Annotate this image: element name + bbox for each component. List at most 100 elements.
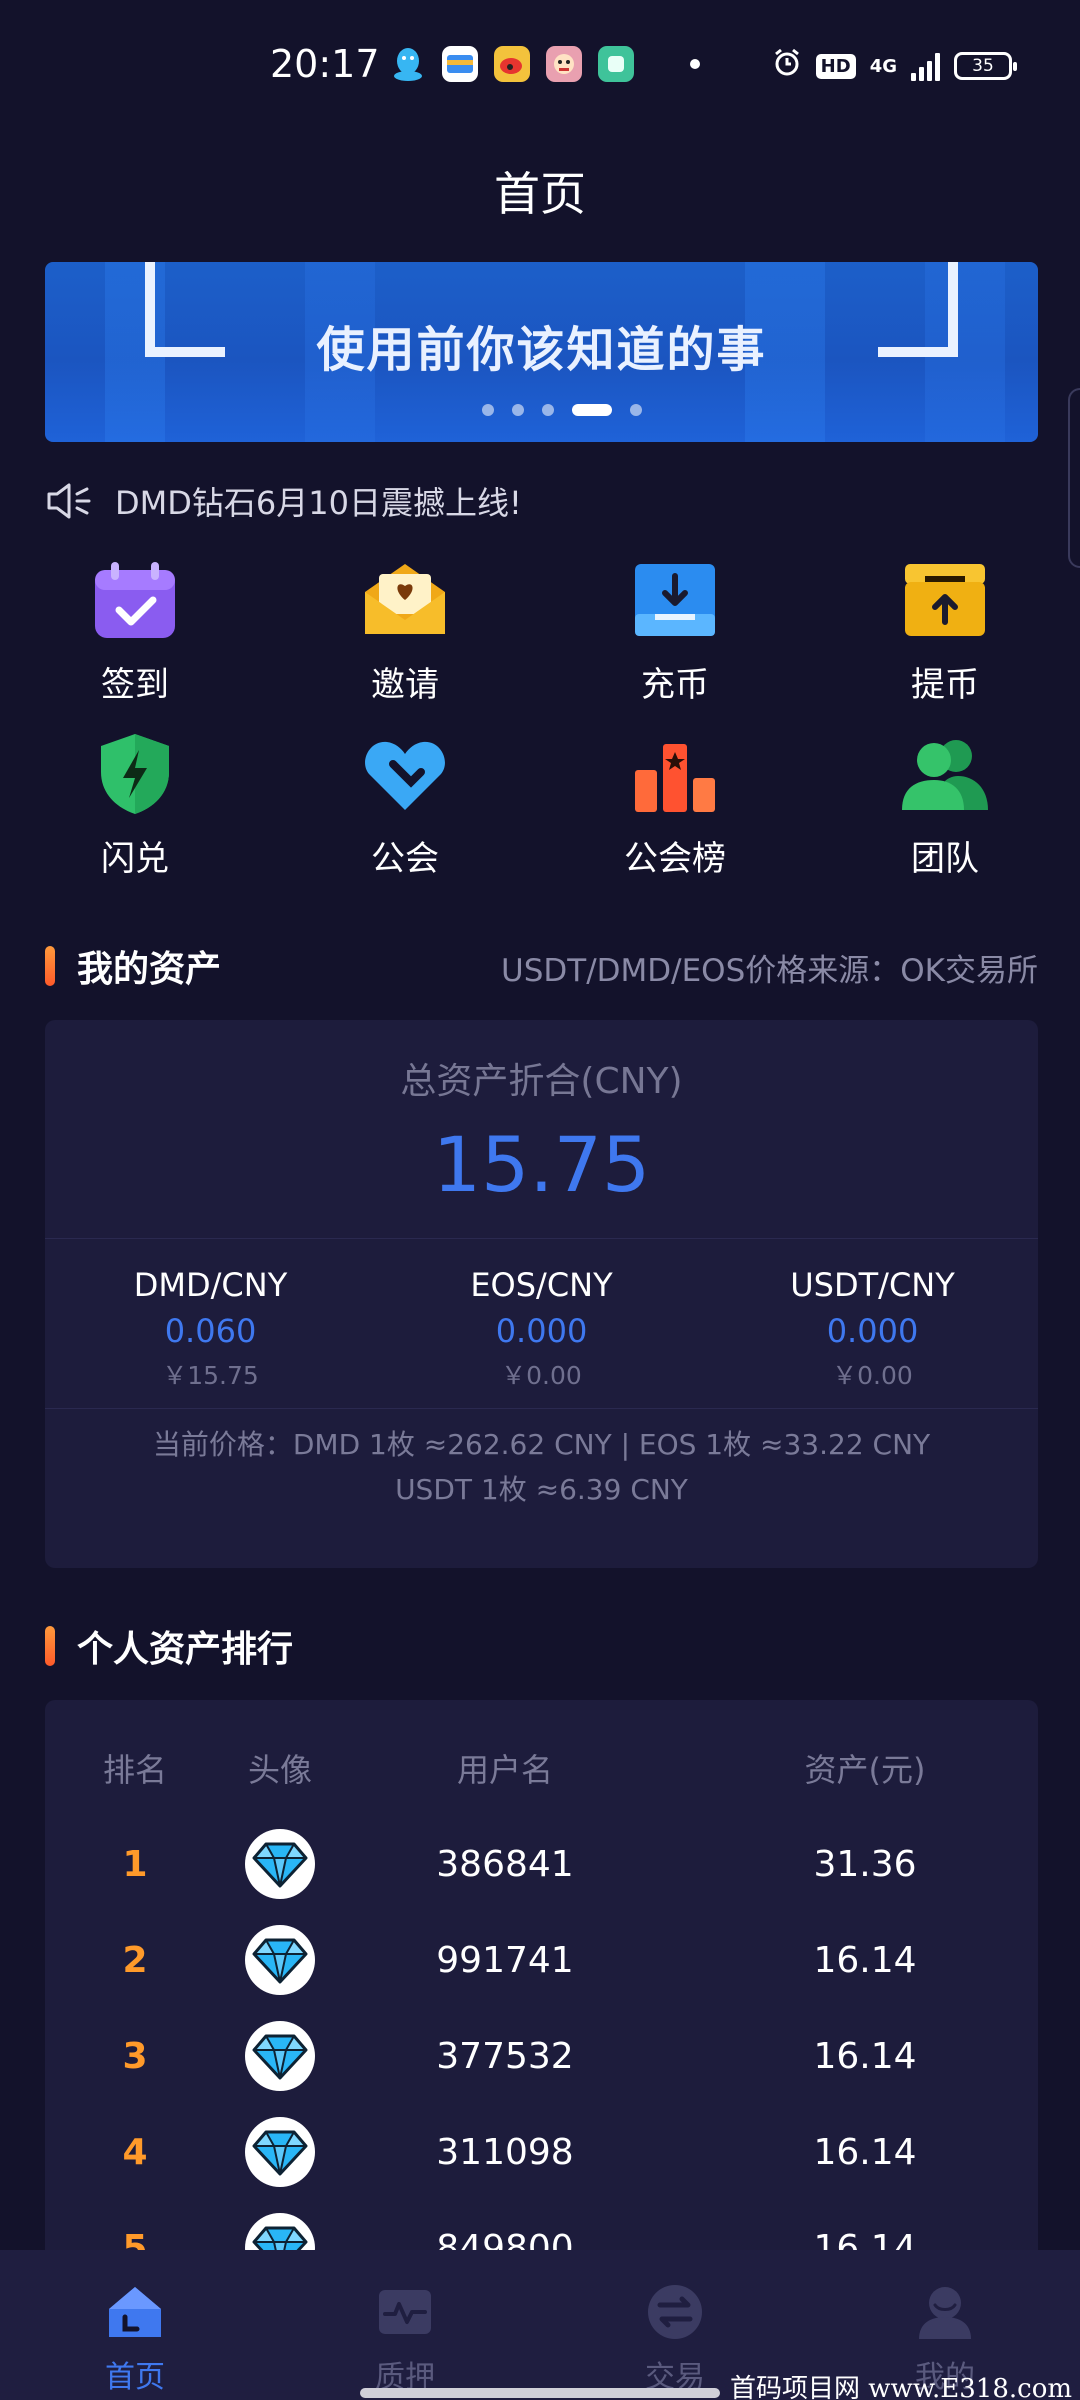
pair-name: EOS/CNY (470, 1266, 613, 1304)
action-label: 充币 (641, 665, 709, 705)
promo-banner[interactable]: 使用前你该知道的事 (45, 262, 1038, 442)
action-guild[interactable]: 公会 (270, 729, 540, 889)
rank-number: 3 (122, 2035, 148, 2077)
total-assets-label: 总资产折合(CNY) (400, 1061, 683, 1102)
banner-dot[interactable] (511, 404, 524, 416)
page-title: 首页 (494, 167, 586, 221)
pair-cny: ￥0.00 (501, 1361, 582, 1390)
alarm-icon (772, 48, 802, 84)
banner-dot[interactable] (481, 404, 494, 416)
table-row[interactable]: 2 991741 16.14 (45, 1912, 1038, 2008)
avatar-cell (220, 2008, 340, 2104)
status-system-icons: HD 4G 35 (772, 48, 1017, 84)
banner-dot-active[interactable] (571, 404, 612, 416)
shield-bolt-icon (90, 729, 180, 819)
action-team[interactable]: 团队 (810, 729, 1080, 889)
action-label: 签到 (101, 665, 169, 705)
divider (45, 1238, 1038, 1239)
guild-icon (360, 729, 450, 819)
exchange-icon (643, 2280, 707, 2344)
team-icon (900, 729, 990, 819)
pair-name: DMD/CNY (133, 1266, 288, 1304)
asset-value: 16.14 (813, 2035, 917, 2077)
speaker-icon (45, 481, 93, 521)
avatar-cell (220, 1816, 340, 1912)
side-edge-handle[interactable] (1068, 388, 1080, 568)
diamond-avatar-icon (245, 2021, 315, 2091)
action-flash-exchange[interactable]: 闪兑 (0, 729, 270, 889)
ranking-header-row: 排名 头像 用户名 资产(元) (45, 1720, 1038, 1816)
notice-bar[interactable]: DMD钻石6月10日震撼上线! (45, 478, 522, 524)
header-username: 用户名 (456, 1751, 553, 1789)
price-source-note: USDT/DMD/EOS价格来源：OK交易所 (501, 953, 1038, 989)
current-price-note: 当前价格：DMD 1枚 ≈262.62 CNY | EOS 1枚 ≈33.22 … (45, 1422, 1038, 1512)
pair-value: 0.060 (164, 1312, 257, 1350)
nav-pledge[interactable]: 质押 (270, 2250, 540, 2400)
assets-section-header: 我的资产 (45, 940, 221, 992)
action-label: 邀请 (371, 665, 439, 705)
table-row[interactable]: 3 377532 16.14 (45, 2008, 1038, 2104)
home-icon (103, 2280, 167, 2344)
asset-pair-usdt: USDT/CNY 0.000 ￥0.00 (723, 1266, 1023, 1392)
status-time: 20:17 (270, 42, 380, 86)
asset-pairs: DMD/CNY 0.060 ￥15.75 EOS/CNY 0.000 ￥0.00… (45, 1266, 1038, 1392)
banner-dot[interactable] (629, 404, 642, 416)
action-checkin[interactable]: 签到 (0, 555, 270, 715)
table-row[interactable]: 1 386841 31.36 (45, 1816, 1038, 1912)
avatar-app-icon (546, 46, 582, 82)
section-accent-bar (45, 1626, 55, 1666)
pair-value: 0.000 (495, 1312, 588, 1350)
table-row[interactable]: 4 311098 16.14 (45, 2104, 1038, 2200)
username: 386841 (436, 1843, 574, 1885)
profile-icon (913, 2280, 977, 2344)
pair-value: 0.000 (826, 1312, 919, 1350)
action-label: 提币 (911, 665, 979, 705)
ranking-table: 排名 头像 用户名 资产(元) 1 386841 31.36 2 991741 … (45, 1700, 1038, 2260)
price-line-1: 当前价格：DMD 1枚 ≈262.62 CNY | EOS 1枚 ≈33.22 … (152, 1428, 931, 1461)
banner-dot[interactable] (541, 404, 554, 416)
total-assets-value: 15.75 (432, 1120, 651, 1209)
home-indicator[interactable] (360, 2388, 720, 2398)
hd-icon: HD (815, 53, 856, 79)
pair-cny: ￥0.00 (832, 1361, 913, 1390)
avatar-cell (220, 1912, 340, 2008)
deposit-icon (630, 555, 720, 645)
battery-level: 35 (972, 56, 994, 76)
pledge-icon (373, 2280, 437, 2344)
username: 311098 (436, 2131, 574, 2173)
avatar-cell (220, 2104, 340, 2200)
asset-pair-eos: EOS/CNY 0.000 ￥0.00 (392, 1266, 692, 1392)
quick-actions-grid: 签到 邀请 充币 提币 闪兑 公会 公会榜 团队 (0, 555, 1080, 889)
header-avatar: 头像 (247, 1751, 312, 1789)
action-label: 团队 (911, 839, 979, 879)
assets-section-title: 我的资产 (77, 949, 222, 990)
action-guild-ranking[interactable]: 公会榜 (540, 729, 810, 889)
action-label: 闪兑 (101, 839, 169, 879)
asset-pair-dmd: DMD/CNY 0.060 ￥15.75 (61, 1266, 361, 1392)
green-app-icon (598, 46, 634, 82)
divider (45, 1408, 1038, 1409)
status-bar: 20:17 HD 4G 35 (0, 0, 1080, 130)
username: 377532 (436, 2035, 574, 2077)
notice-text: DMD钻石6月10日震撼上线! (115, 484, 522, 522)
section-accent-bar (45, 946, 55, 986)
status-notification-icons (390, 46, 700, 82)
network-type-icon: 4G (869, 55, 897, 77)
pair-name: USDT/CNY (790, 1266, 955, 1304)
nav-home[interactable]: 首页 (0, 2250, 270, 2400)
envelope-heart-icon (360, 555, 450, 645)
action-withdraw[interactable]: 提币 (810, 555, 1080, 715)
asset-value: 16.14 (813, 2131, 917, 2173)
action-deposit[interactable]: 充币 (540, 555, 810, 715)
asset-value: 31.36 (813, 1843, 917, 1885)
rank-number: 1 (122, 1843, 148, 1885)
wallet-app-icon (442, 46, 478, 82)
nav-label: 首页 (105, 2360, 165, 2395)
diamond-avatar-icon (245, 1829, 315, 1899)
signal-icon (911, 51, 940, 81)
qq-icon (390, 46, 426, 82)
diamond-avatar-icon (245, 2117, 315, 2187)
action-invite[interactable]: 邀请 (270, 555, 540, 715)
calendar-check-icon (90, 555, 180, 645)
assets-card: 总资产折合(CNY) 15.75 DMD/CNY 0.060 ￥15.75 EO… (45, 1020, 1038, 1568)
